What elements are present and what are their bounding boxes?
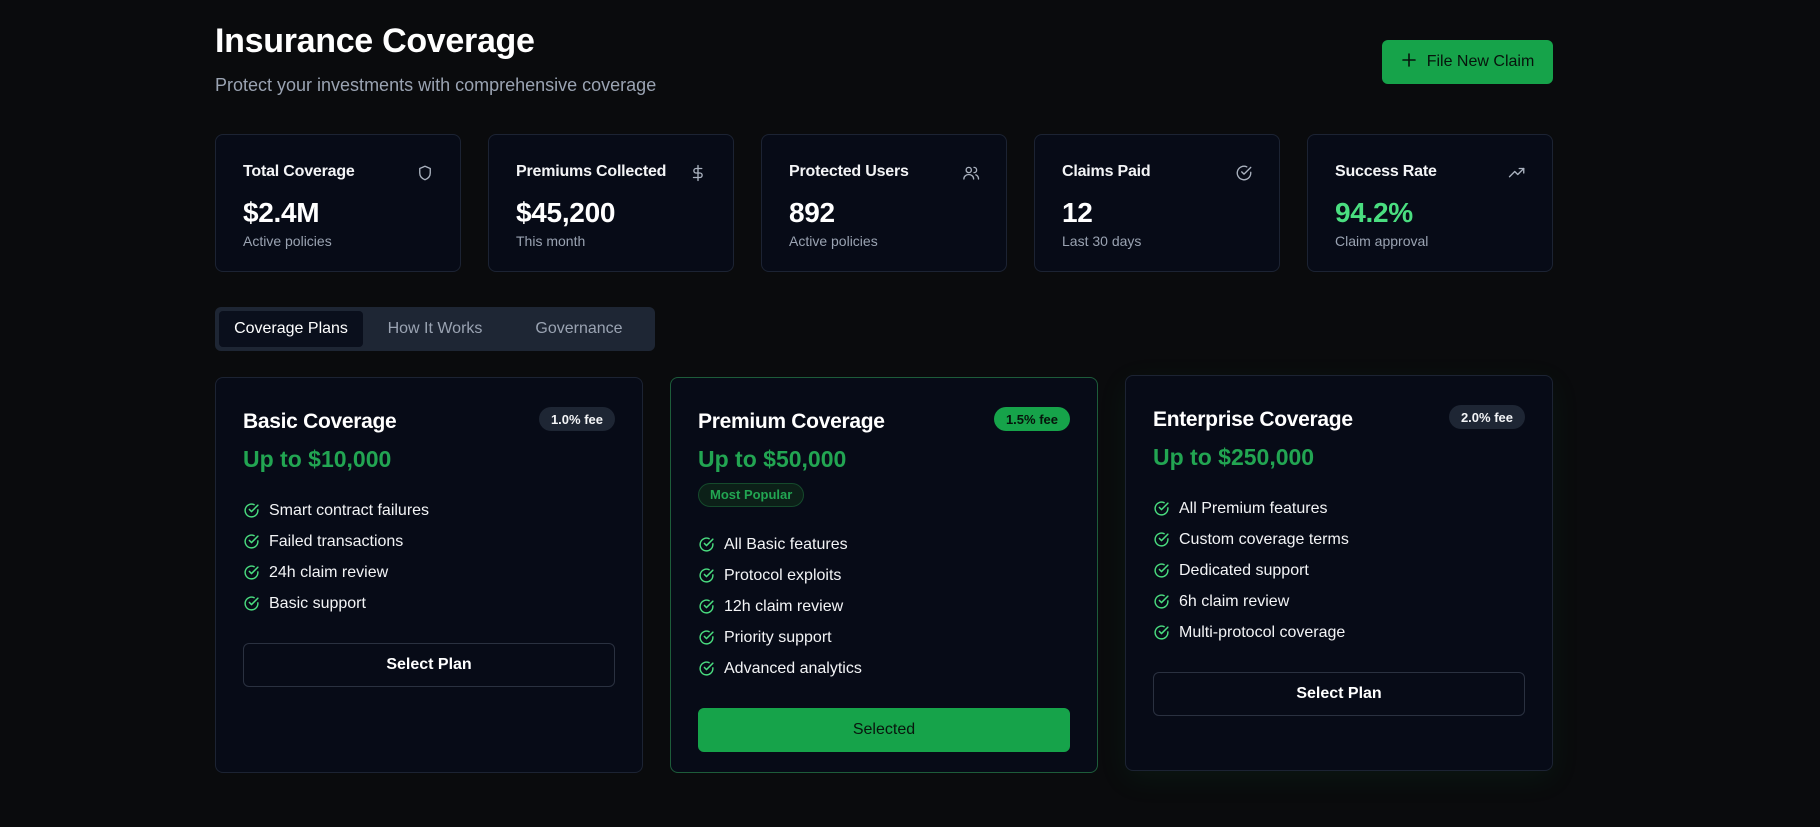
stat-value: $45,200 [516, 197, 616, 228]
feature-list: All Basic features Protocol exploits 12h… [698, 529, 1070, 684]
feature-label: 12h claim review [724, 597, 844, 615]
plan-amount: Up to $50,000 [698, 446, 847, 472]
tab-coverage-plans[interactable]: Coverage Plans [219, 311, 363, 347]
stat-value: $2.4M [243, 197, 320, 228]
feature-item: Smart contract failures [243, 495, 615, 526]
tab-bar: Coverage Plans How It Works Governance [215, 307, 655, 351]
feature-label: Failed transactions [269, 532, 404, 550]
feature-item: Protocol exploits [698, 560, 1070, 591]
plans-grid: Basic Coverage 1.0% fee Up to $10,000 Sm… [215, 375, 1553, 773]
feature-label: Dedicated support [1179, 561, 1309, 579]
file-new-claim-button[interactable]: File New Claim [1382, 40, 1553, 84]
check-circle-icon [243, 533, 260, 550]
stat-sub: Last 30 days [1062, 233, 1142, 249]
stat-card-total-coverage: Total Coverage $2.4M Active policies [215, 134, 461, 272]
plan-amount: Up to $10,000 [243, 446, 392, 472]
check-circle-icon [243, 564, 260, 581]
check-circle-icon [1153, 562, 1170, 579]
check-circle-icon [243, 595, 260, 612]
stats-row: Total Coverage $2.4M Active policies Pre… [215, 134, 1553, 272]
stat-value: 892 [789, 197, 835, 228]
feature-item: Failed transactions [243, 526, 615, 557]
feature-label: 24h claim review [269, 563, 389, 581]
page-header: Insurance Coverage Protect your investme… [215, 0, 1553, 120]
page-subtitle: Protect your investments with comprehens… [215, 75, 657, 95]
plan-card-premium: Premium Coverage 1.5% fee Up to $50,000 … [670, 377, 1098, 773]
feature-label: 6h claim review [1179, 592, 1290, 610]
feature-list: Smart contract failures Failed transacti… [243, 495, 615, 619]
select-plan-basic-button[interactable]: Select Plan [243, 643, 615, 687]
most-popular-badge: Most Popular [698, 483, 805, 507]
feature-item: 24h claim review [243, 557, 615, 588]
check-circle-icon [698, 629, 715, 646]
feature-label: All Premium features [1179, 499, 1328, 517]
stat-value: 12 [1062, 197, 1093, 228]
stat-sub: This month [516, 233, 586, 249]
check-circle-icon [1153, 624, 1170, 641]
main-container: Insurance Coverage Protect your investme… [215, 0, 1553, 773]
plan-amount: Up to $250,000 [1153, 444, 1315, 470]
stat-label: Protected Users [789, 163, 909, 180]
feature-item: Basic support [243, 588, 615, 619]
trending-up-icon [1508, 164, 1526, 182]
fee-badge: 1.5% fee [993, 407, 1070, 431]
feature-item: 12h claim review [698, 591, 1070, 622]
plan-card-basic: Basic Coverage 1.0% fee Up to $10,000 Sm… [215, 377, 643, 773]
check-circle-icon [698, 567, 715, 584]
check-circle-icon [1153, 500, 1170, 517]
feature-label: Multi-protocol coverage [1179, 623, 1346, 641]
stat-label: Premiums Collected [516, 163, 667, 180]
plan-card-enterprise: Enterprise Coverage 2.0% fee Up to $250,… [1125, 375, 1553, 771]
fee-badge: 1.0% fee [538, 407, 615, 431]
plus-icon [1401, 52, 1417, 73]
feature-label: Advanced analytics [724, 659, 862, 677]
users-icon [962, 164, 980, 182]
shield-icon [416, 164, 434, 182]
stat-value: 94.2% [1335, 197, 1413, 228]
stat-label: Claims Paid [1062, 163, 1151, 180]
stat-sub: Active policies [789, 233, 878, 249]
page: Insurance Coverage Protect your investme… [0, 0, 1820, 827]
stat-card-protected-users: Protected Users 892 Active policies [761, 134, 1007, 272]
feature-label: All Basic features [724, 535, 848, 553]
stat-sub: Claim approval [1335, 233, 1429, 249]
page-title: Insurance Coverage [215, 22, 535, 60]
feature-label: Smart contract failures [269, 501, 430, 519]
stat-card-success-rate: Success Rate 94.2% Claim approval [1307, 134, 1553, 272]
check-circle-icon [1153, 531, 1170, 548]
feature-item: Multi-protocol coverage [1153, 617, 1525, 648]
check-circle-icon [1235, 164, 1253, 182]
stat-card-claims-paid: Claims Paid 12 Last 30 days [1034, 134, 1280, 272]
check-circle-icon [698, 598, 715, 615]
feature-label: Basic support [269, 594, 366, 612]
feature-item: Priority support [698, 622, 1070, 653]
tab-how-it-works[interactable]: How It Works [363, 311, 507, 347]
feature-item: Advanced analytics [698, 653, 1070, 684]
tab-governance[interactable]: Governance [507, 311, 651, 347]
selected-plan-premium-button[interactable]: Selected [698, 708, 1070, 752]
check-circle-icon [698, 660, 715, 677]
feature-item: All Premium features [1153, 493, 1525, 524]
check-circle-icon [243, 502, 260, 519]
stat-label: Total Coverage [243, 163, 355, 180]
feature-label: Custom coverage terms [1179, 530, 1349, 548]
feature-item: Dedicated support [1153, 555, 1525, 586]
file-new-claim-label: File New Claim [1426, 53, 1535, 70]
dollar-icon [689, 164, 707, 182]
check-circle-icon [698, 536, 715, 553]
feature-label: Priority support [724, 628, 832, 646]
check-circle-icon [1153, 593, 1170, 610]
stat-label: Success Rate [1335, 163, 1437, 180]
fee-badge: 2.0% fee [1448, 405, 1525, 429]
feature-item: Custom coverage terms [1153, 524, 1525, 555]
stat-card-premiums-collected: Premiums Collected $45,200 This month [488, 134, 734, 272]
feature-list: All Premium features Custom coverage ter… [1153, 493, 1525, 648]
feature-item: 6h claim review [1153, 586, 1525, 617]
feature-item: All Basic features [698, 529, 1070, 560]
feature-label: Protocol exploits [724, 566, 842, 584]
select-plan-enterprise-button[interactable]: Select Plan [1153, 672, 1525, 716]
stat-sub: Active policies [243, 233, 332, 249]
